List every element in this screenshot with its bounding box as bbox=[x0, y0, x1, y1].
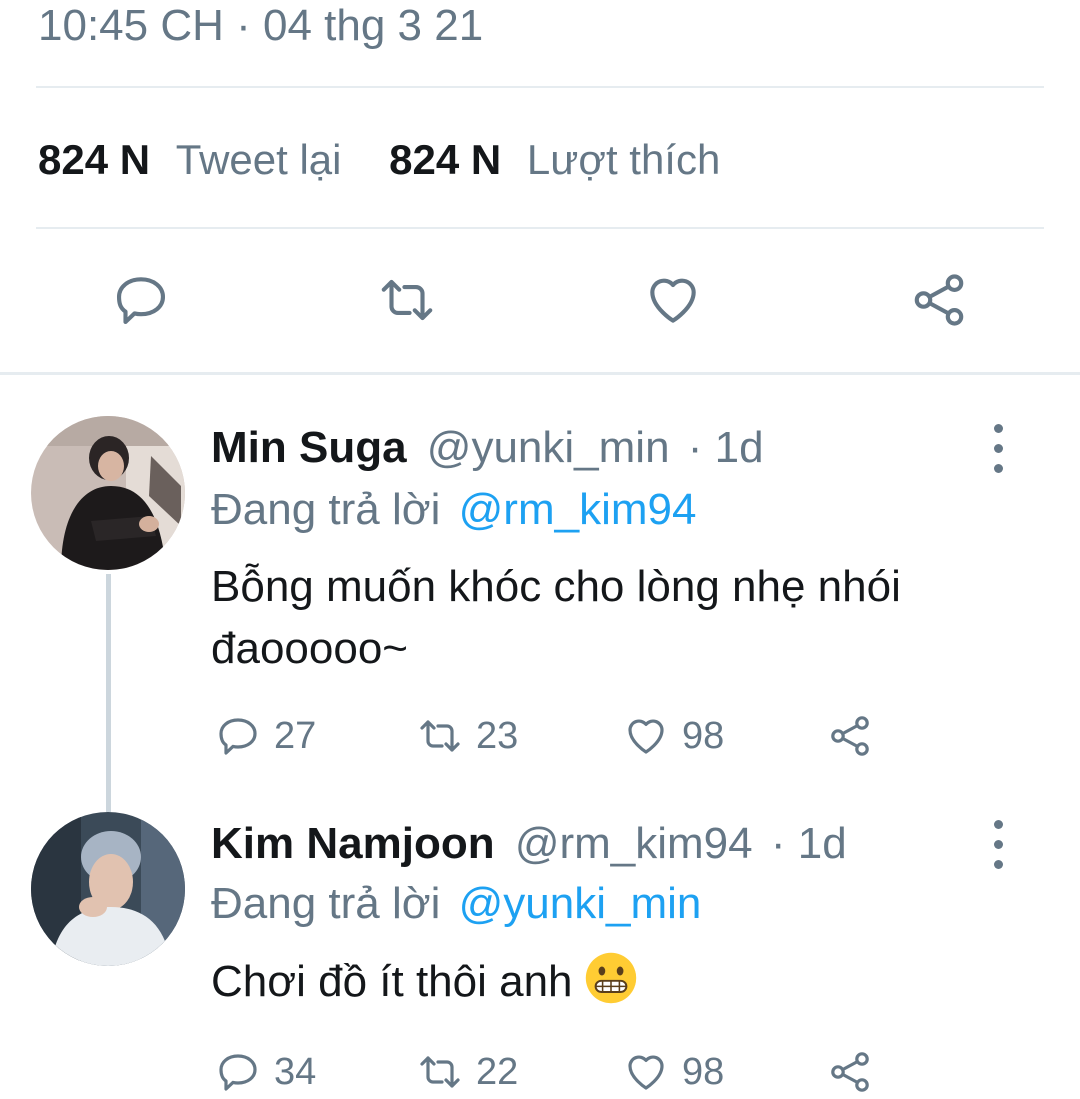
like-button[interactable]: 98 bbox=[622, 1048, 724, 1096]
reply-time: · 1d bbox=[687, 423, 764, 472]
reply-time: · 1d bbox=[770, 819, 847, 868]
share-icon bbox=[831, 1052, 869, 1092]
divider bbox=[36, 227, 1044, 229]
like-icon[interactable] bbox=[638, 265, 708, 335]
likes-label: Lượt thích bbox=[526, 136, 721, 183]
tweet-text-container: Chơi đồ ít thôi anh bbox=[211, 950, 1031, 1013]
like-button[interactable]: 98 bbox=[622, 712, 724, 760]
likes-count: 824 N bbox=[389, 136, 502, 183]
retweets-count: 824 N bbox=[38, 136, 151, 183]
share-icon[interactable] bbox=[904, 265, 974, 335]
avatar[interactable] bbox=[31, 416, 185, 570]
reply-header: Kim Namjoon @rm_kim94 · 1d bbox=[211, 816, 847, 872]
divider bbox=[36, 86, 1044, 88]
retweets-label: Tweet lại bbox=[175, 136, 342, 183]
reply-button[interactable]: 34 bbox=[214, 1048, 316, 1096]
grimacing-face-emoji bbox=[585, 952, 636, 1004]
tweet-text: Bỗng muốn khóc cho lòng nhẹ nhói đaooooo… bbox=[211, 562, 901, 673]
tweet-timestamp: 10:45 CH · 04 thg 3 21 bbox=[38, 1, 484, 50]
user-handle[interactable]: @yunki_min bbox=[427, 423, 670, 472]
replying-label: Đang trả lời bbox=[211, 879, 441, 928]
retweet-icon bbox=[420, 720, 460, 752]
display-name[interactable]: Min Suga bbox=[211, 423, 407, 472]
tweet-text: Chơi đồ ít thôi anh bbox=[211, 957, 573, 1006]
retweets-stat[interactable]: 824 N Tweet lại bbox=[38, 136, 353, 183]
like-icon bbox=[628, 719, 664, 754]
like-count: 98 bbox=[682, 1050, 725, 1093]
retweet-count: 23 bbox=[476, 714, 519, 757]
like-count: 98 bbox=[682, 714, 725, 757]
mention-link[interactable]: @yunki_min bbox=[459, 879, 702, 928]
replying-label: Đang trả lời bbox=[211, 485, 441, 534]
share-icon bbox=[831, 716, 869, 756]
reply-icon[interactable] bbox=[106, 265, 176, 335]
retweet-icon bbox=[420, 1056, 460, 1088]
reply-count: 34 bbox=[274, 1050, 317, 1093]
retweet-button[interactable]: 22 bbox=[416, 1048, 518, 1096]
mention-link[interactable]: @rm_kim94 bbox=[459, 485, 697, 534]
likes-stat[interactable]: 824 N Lượt thích bbox=[389, 136, 720, 183]
share-button[interactable] bbox=[826, 712, 886, 760]
like-icon bbox=[628, 1055, 664, 1090]
reply-button[interactable]: 27 bbox=[214, 712, 316, 760]
share-button[interactable] bbox=[826, 1048, 886, 1096]
replying-to: Đang trả lời @rm_kim94 bbox=[211, 482, 696, 538]
thread-line bbox=[106, 574, 111, 812]
reply-header: Min Suga @yunki_min · 1d bbox=[211, 420, 764, 476]
more-options-icon[interactable] bbox=[978, 814, 1018, 874]
reply-icon bbox=[219, 1054, 257, 1091]
retweet-button[interactable]: 23 bbox=[416, 712, 518, 760]
user-handle[interactable]: @rm_kim94 bbox=[515, 819, 753, 868]
section-divider bbox=[0, 372, 1080, 375]
retweet-count: 22 bbox=[476, 1050, 519, 1093]
reply-icon bbox=[219, 718, 257, 755]
tweet-stats: 824 N Tweet lại 824 N Lượt thích bbox=[38, 134, 720, 186]
more-options-icon[interactable] bbox=[978, 418, 1018, 478]
display-name[interactable]: Kim Namjoon bbox=[211, 819, 495, 868]
avatar[interactable] bbox=[31, 812, 185, 966]
retweet-icon[interactable] bbox=[372, 265, 442, 335]
replying-to: Đang trả lời @yunki_min bbox=[211, 876, 701, 932]
reply-count: 27 bbox=[274, 714, 317, 757]
